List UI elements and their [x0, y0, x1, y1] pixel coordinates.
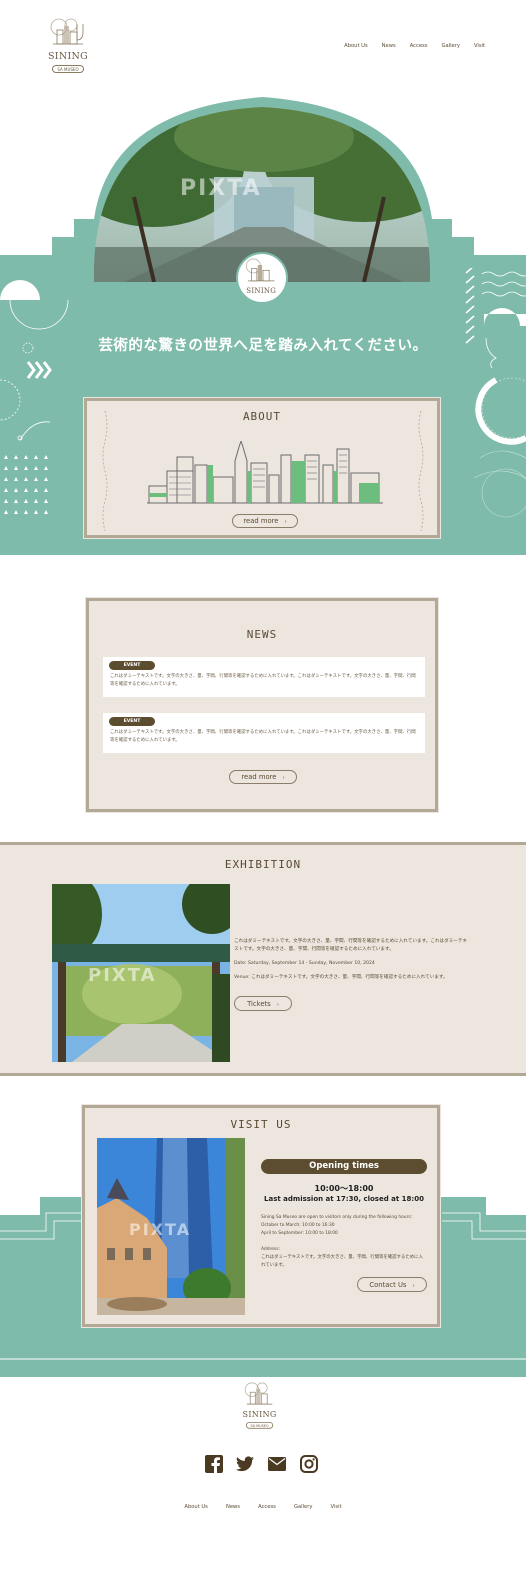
- hero-watermark: PIXTA: [180, 176, 262, 201]
- about-read-more-button[interactable]: read more ›: [232, 514, 298, 528]
- exhibition-section: EXHIBITION PIXTA これはダミーテキストです。文字の大きさ、量、字…: [0, 842, 526, 1076]
- hero-logo-emblem-icon: [245, 258, 275, 282]
- chevron-right-icon: ›: [276, 1002, 279, 1008]
- logo-emblem-icon: [50, 18, 84, 45]
- visit-note-line: October to March: 10:00 to 16:30: [261, 1223, 335, 1228]
- about-card: ABOUT read more ›: [83, 397, 441, 539]
- tickets-button[interactable]: Tickets ›: [234, 996, 292, 1011]
- address-label: Address:: [261, 1247, 280, 1252]
- hero-logo-name: SINING: [246, 287, 277, 295]
- about-read-more-label: read more: [243, 517, 279, 525]
- exhibition-date: Date: Saturday, September 14 - Sunday, N…: [234, 961, 375, 966]
- contact-us-label: Contact Us: [369, 1281, 407, 1289]
- visit-note-line: Sining Sa Museo are open to visitors onl…: [261, 1215, 413, 1220]
- visit-note: Sining Sa Museo are open to visitors onl…: [261, 1214, 431, 1238]
- opening-times-label: Opening times: [261, 1159, 427, 1174]
- page: SINING SA MUSEO About Us News Access Gal…: [0, 0, 526, 1576]
- footer-link-visit[interactable]: Visit: [331, 1504, 342, 1510]
- exhibition-venue: Venue: これはダミーテキストです。文字の大きさ、量、字間、行間等を確認する…: [234, 975, 448, 980]
- facebook-icon[interactable]: [205, 1455, 223, 1473]
- right-decoration: [465, 268, 526, 518]
- twitter-icon[interactable]: [236, 1456, 254, 1472]
- about-right-dashes: [418, 411, 424, 531]
- footer-link-about[interactable]: About Us: [184, 1504, 208, 1510]
- chevron-right-icon: ›: [284, 519, 287, 525]
- exhibition-title: EXHIBITION: [224, 858, 302, 871]
- footer-logo[interactable]: SINING SA MUSEO: [240, 1382, 279, 1433]
- nav-news[interactable]: News: [382, 43, 396, 49]
- news-text: これはダミーテキストです。文字の大きさ、量、字間、行間等を確認するために入れてい…: [110, 674, 416, 687]
- city-skyline-illustration: [147, 441, 383, 504]
- exhibition-watermark: PIXTA: [88, 965, 157, 986]
- news-read-more-button[interactable]: read more ›: [229, 770, 297, 784]
- logo-name: SINING: [47, 51, 89, 62]
- footer-link-access[interactable]: Access: [258, 1504, 276, 1510]
- contact-us-button[interactable]: Contact Us ›: [357, 1277, 427, 1292]
- news-title: NEWS: [246, 628, 278, 641]
- address-text: これはダミーテキストです。文字の大きさ、量、字間、行間等を確認するために入れてい…: [261, 1255, 423, 1268]
- instagram-icon[interactable]: [300, 1455, 318, 1473]
- news-item[interactable]: EVENT これはダミーテキストです。文字の大きさ、量、字間、行間等を確認するた…: [103, 713, 425, 753]
- news-item[interactable]: EVENT これはダミーテキストです。文字の大きさ、量、字間、行間等を確認するた…: [103, 657, 425, 697]
- visit-watermark: PIXTA: [129, 1220, 192, 1239]
- visit-note-line: April to September: 10:00 to 18:00: [261, 1231, 338, 1236]
- left-decoration: [0, 280, 69, 514]
- footer-nav: About Us News Access Gallery Visit: [0, 1493, 526, 1512]
- nav-gallery[interactable]: Gallery: [441, 43, 459, 49]
- hero-logo-badge: SINING: [236, 252, 288, 304]
- hero-logo: SINING: [241, 258, 281, 311]
- last-admission: Last admission at 17:30, closed at 18:00: [264, 1195, 424, 1203]
- tickets-label: Tickets: [247, 1000, 271, 1008]
- footer-logo-name: SINING: [242, 1410, 277, 1420]
- header-logo[interactable]: SINING SA MUSEO: [45, 18, 91, 78]
- chevron-right-icon: ›: [282, 775, 285, 781]
- news-text: これはダミーテキストです。文字の大きさ、量、字間、行間等を確認するために入れてい…: [110, 730, 416, 743]
- footer-logo-sub: SA MUSEO: [245, 1421, 274, 1429]
- about-title: ABOUT: [242, 410, 282, 423]
- nav-access[interactable]: Access: [410, 43, 428, 49]
- opening-hours: 10:00～18:00: [314, 1184, 374, 1193]
- top-nav: About Us News Access Gallery Visit: [330, 43, 485, 49]
- about-left-dashes: [102, 411, 108, 531]
- news-badge: EVENT: [109, 661, 155, 670]
- hero-tagline: 芸術的な驚きの世界へ足を踏み入れてください。: [98, 338, 428, 354]
- nav-about[interactable]: About Us: [344, 43, 368, 49]
- footer-link-gallery[interactable]: Gallery: [294, 1504, 312, 1510]
- visit-card: VISIT US PIXTA Opening times 10:00～18:00…: [81, 1104, 441, 1328]
- footer-logo-emblem-icon: [244, 1382, 273, 1405]
- news-read-more-label: read more: [241, 773, 277, 781]
- visit-title: VISIT US: [230, 1118, 292, 1131]
- exhibition-description: これはダミーテキストです。文字の大きさ、量、字間、行間等を確認するために入れてい…: [234, 939, 468, 952]
- news-card: NEWS EVENT これはダミーテキストです。文字の大きさ、量、字間、行間等を…: [85, 597, 439, 813]
- chevron-right-icon: ›: [412, 1283, 415, 1289]
- news-badge: EVENT: [109, 717, 155, 726]
- logo-sub: SA MUSEO: [52, 65, 84, 73]
- nav-visit[interactable]: Visit: [474, 43, 485, 49]
- mail-icon[interactable]: [268, 1457, 286, 1471]
- footer-link-news[interactable]: News: [226, 1504, 240, 1510]
